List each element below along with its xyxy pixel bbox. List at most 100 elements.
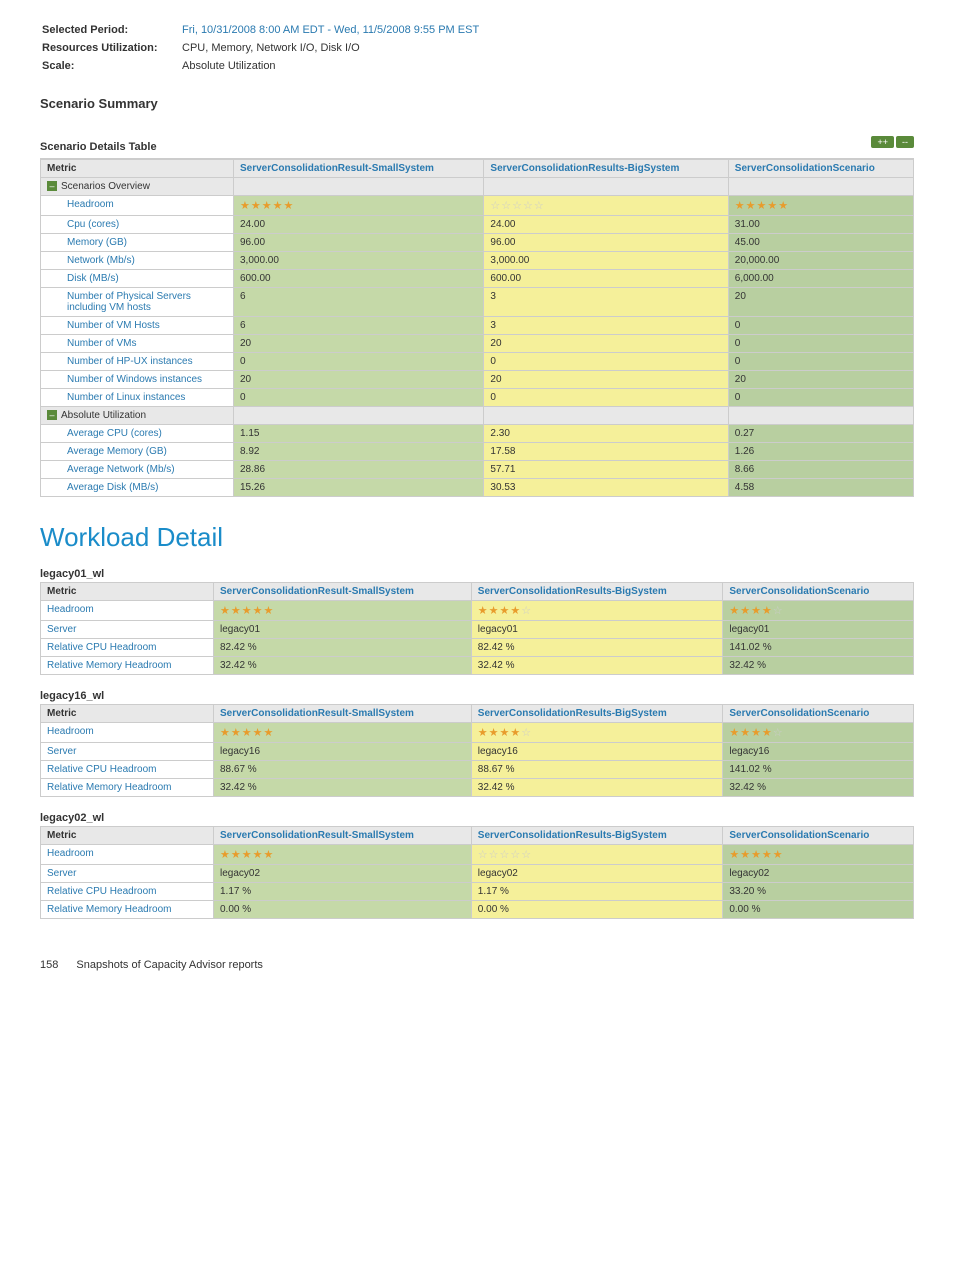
group-row[interactable]: –Scenarios Overview <box>41 178 234 196</box>
value-cell: 24.00 <box>234 216 484 234</box>
value-cell: legacy16 <box>214 743 472 761</box>
collapse-icon[interactable]: – <box>47 181 57 191</box>
value-cell: ★★★★☆ <box>471 601 723 621</box>
collapse-all-button[interactable]: -- <box>896 136 914 148</box>
group-row[interactable]: –Absolute Utilization <box>41 407 234 425</box>
value-cell: 1.26 <box>728 443 913 461</box>
col-big: ServerConsolidationResults-BigSystem <box>471 827 723 845</box>
value-cell: 8.92 <box>234 443 484 461</box>
scenario-details-title: Scenario Details Table <box>40 141 157 156</box>
value-cell: 31.00 <box>728 216 913 234</box>
workload-title: legacy01_wl <box>40 568 914 580</box>
value-cell: 30.53 <box>484 479 728 497</box>
value-cell: 3 <box>484 288 728 317</box>
selected-period-label: Selected Period: <box>42 22 180 38</box>
col-small: ServerConsolidationResult-SmallSystem <box>214 583 472 601</box>
star-rating-icon: ★★★★☆ <box>729 727 783 739</box>
value-cell: 2.30 <box>484 425 728 443</box>
value-cell: 20 <box>234 371 484 389</box>
page-footer: 158 Snapshots of Capacity Advisor report… <box>40 959 914 971</box>
value-cell: 0 <box>484 389 728 407</box>
value-cell: 0.00 % <box>723 901 914 919</box>
expand-all-button[interactable]: ++ <box>871 136 894 148</box>
report-meta: Selected Period: Fri, 10/31/2008 8:00 AM… <box>40 20 489 76</box>
value-cell: legacy16 <box>723 743 914 761</box>
metric-cell: Average Memory (GB) <box>41 443 234 461</box>
scale-value: Absolute Utilization <box>182 58 487 74</box>
col-small: ServerConsolidationResult-SmallSystem <box>214 827 472 845</box>
metric-cell: Server <box>41 743 214 761</box>
value-cell: 15.26 <box>234 479 484 497</box>
workload-table: MetricServerConsolidationResult-SmallSys… <box>40 826 914 919</box>
value-cell: legacy02 <box>214 865 472 883</box>
metric-cell: Headroom <box>41 845 214 865</box>
metric-cell: Number of VMs <box>41 335 234 353</box>
value-cell: ★★★★★ <box>234 196 484 216</box>
value-cell: ☆☆☆☆☆ <box>484 196 728 216</box>
value-cell: 20 <box>484 335 728 353</box>
value-cell: 32.42 % <box>723 779 914 797</box>
value-cell: 96.00 <box>484 234 728 252</box>
value-cell: 3,000.00 <box>234 252 484 270</box>
col-metric: Metric <box>41 827 214 845</box>
metric-cell: Average CPU (cores) <box>41 425 234 443</box>
metric-cell: Memory (GB) <box>41 234 234 252</box>
value-cell: 0 <box>728 389 913 407</box>
value-cell: 6 <box>234 317 484 335</box>
star-rating-icon: ☆☆☆☆☆ <box>490 200 544 212</box>
value-cell: legacy01 <box>471 621 723 639</box>
metric-cell: Server <box>41 865 214 883</box>
metric-cell: Relative CPU Headroom <box>41 883 214 901</box>
col-scen: ServerConsolidationScenario <box>728 160 913 178</box>
scenario-summary-heading: Scenario Summary <box>40 96 914 111</box>
value-cell: 17.58 <box>484 443 728 461</box>
metric-cell: Relative CPU Headroom <box>41 761 214 779</box>
value-cell: 57.71 <box>484 461 728 479</box>
value-cell: 20 <box>234 335 484 353</box>
star-rating-icon: ★★★★★ <box>220 849 274 861</box>
resources-label: Resources Utilization: <box>42 40 180 56</box>
metric-cell: Average Disk (MB/s) <box>41 479 234 497</box>
col-big: ServerConsolidationResults-BigSystem <box>471 583 723 601</box>
value-cell: 0 <box>234 353 484 371</box>
value-cell: 32.42 % <box>214 779 472 797</box>
resources-value: CPU, Memory, Network I/O, Disk I/O <box>182 40 487 56</box>
value-cell: 0.00 % <box>214 901 472 919</box>
value-cell: 600.00 <box>234 270 484 288</box>
value-cell: 1.17 % <box>471 883 723 901</box>
value-cell: 32.42 % <box>471 779 723 797</box>
value-cell: ★★★★★ <box>723 845 914 865</box>
value-cell: ☆☆☆☆☆ <box>471 845 723 865</box>
value-cell: 82.42 % <box>471 639 723 657</box>
value-cell: ★★★★☆ <box>723 601 914 621</box>
workload-title: legacy16_wl <box>40 690 914 702</box>
value-cell: 8.66 <box>728 461 913 479</box>
col-small: ServerConsolidationResult-SmallSystem <box>214 705 472 723</box>
value-cell: 20 <box>728 288 913 317</box>
collapse-icon[interactable]: – <box>47 410 57 420</box>
metric-cell: Number of VM Hosts <box>41 317 234 335</box>
value-cell: 600.00 <box>484 270 728 288</box>
metric-cell: Server <box>41 621 214 639</box>
metric-cell: Disk (MB/s) <box>41 270 234 288</box>
footer-title: Snapshots of Capacity Advisor reports <box>76 959 262 971</box>
workload-title: legacy02_wl <box>40 812 914 824</box>
value-cell: 6 <box>234 288 484 317</box>
value-cell: 0 <box>728 353 913 371</box>
value-cell: 0 <box>484 353 728 371</box>
col-scen: ServerConsolidationScenario <box>723 705 914 723</box>
metric-cell: Headroom <box>41 601 214 621</box>
value-cell: 6,000.00 <box>728 270 913 288</box>
value-cell: 0.00 % <box>471 901 723 919</box>
value-cell: 141.02 % <box>723 761 914 779</box>
star-rating-icon: ★★★★★ <box>220 727 274 739</box>
value-cell: 32.42 % <box>471 657 723 675</box>
value-cell: legacy16 <box>471 743 723 761</box>
selected-period-value: Fri, 10/31/2008 8:00 AM EDT - Wed, 11/5/… <box>182 22 487 38</box>
value-cell: 20 <box>728 371 913 389</box>
value-cell: ★★★★★ <box>214 601 472 621</box>
value-cell: 32.42 % <box>723 657 914 675</box>
value-cell: legacy02 <box>723 865 914 883</box>
col-small: ServerConsolidationResult-SmallSystem <box>234 160 484 178</box>
value-cell: 28.86 <box>234 461 484 479</box>
